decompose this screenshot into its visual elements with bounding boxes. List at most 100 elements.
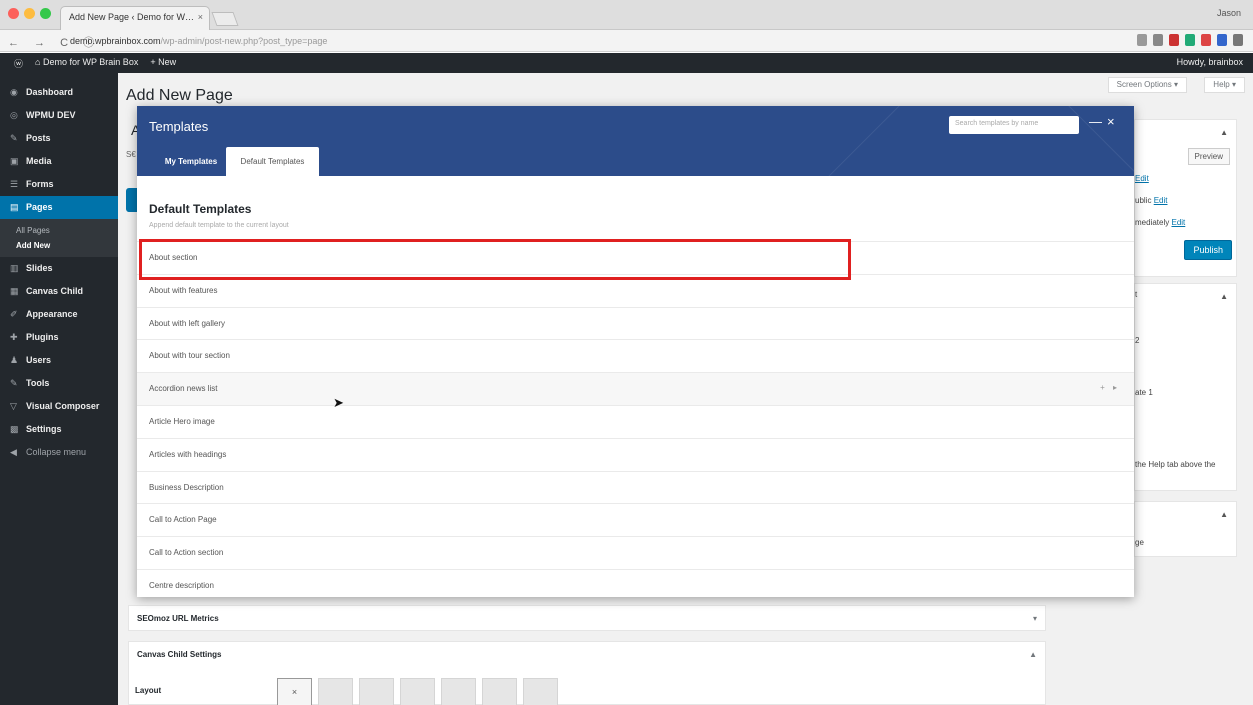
menu-canvas-child[interactable]: ▦ Canvas Child <box>0 280 118 303</box>
edge-text: S€ <box>126 150 136 159</box>
submenu-all-pages[interactable]: All Pages <box>0 223 118 238</box>
menu-wpmudev[interactable]: ◎ WPMU DEV <box>0 104 118 127</box>
extension-icon[interactable] <box>1217 34 1227 46</box>
appearance-icon: ✐ <box>10 309 18 319</box>
browser-user[interactable]: Jason <box>1217 8 1241 18</box>
collapse-caret-icon[interactable]: ▲ <box>1220 292 1228 301</box>
extension-icon[interactable] <box>1185 34 1195 46</box>
preview-button[interactable]: Preview <box>1187 148 1230 165</box>
media-icon: ▣ <box>10 156 19 166</box>
url-host: demo.wpbrainbox.com <box>70 36 161 46</box>
menu-tools[interactable]: ✎ Tools <box>0 372 118 395</box>
screen-options-button[interactable]: Screen Options ▾ <box>1107 77 1187 93</box>
minimize-icon[interactable]: — <box>1089 114 1102 129</box>
publish-box: ▲ Preview Edit ublic Edit mediately Edit… <box>1134 119 1237 277</box>
schedule-edit-link[interactable]: Edit <box>1171 218 1185 227</box>
url-path: /wp-admin/post-new.php?post_type=page <box>160 36 328 46</box>
layout-option[interactable]: × <box>277 678 312 705</box>
template-row[interactable]: Business Description <box>137 470 1134 504</box>
wpmudev-icon: ◎ <box>10 110 18 120</box>
menu-plugins[interactable]: ✚ Plugins <box>0 326 118 349</box>
layout-option[interactable] <box>318 678 353 705</box>
howdy-user[interactable]: Howdy, brainbox <box>1177 57 1243 67</box>
collapse-caret-icon[interactable]: ▲ <box>1029 650 1037 659</box>
submenu-add-new[interactable]: Add New <box>0 238 118 253</box>
help-button[interactable]: Help ▾ <box>1204 77 1245 93</box>
new-content-link[interactable]: + New <box>150 57 176 70</box>
template-row[interactable]: Articles with headings <box>137 437 1134 471</box>
browser-tab-strip: Add New Page ‹ Demo for W… × Jason <box>0 0 1253 30</box>
layout-options: × <box>277 678 558 705</box>
menu-slides[interactable]: ▥ Slides <box>0 257 118 280</box>
image-text: ge <box>1135 538 1144 547</box>
box-title: SEOmoz URL Metrics <box>137 614 219 623</box>
address-bar[interactable]: demo.wpbrainbox.com/wp-admin/post-new.ph… <box>70 33 970 49</box>
maximize-window-icon[interactable] <box>40 8 51 19</box>
menu-icon[interactable] <box>1233 34 1243 46</box>
visibility-line: ublic Edit <box>1135 196 1167 205</box>
template-row[interactable]: About with left gallery <box>137 306 1134 340</box>
template-row[interactable]: Centre description <box>137 568 1134 602</box>
search-icon[interactable] <box>1153 34 1163 46</box>
layout-label: Layout <box>135 686 162 695</box>
menu-appearance[interactable]: ✐ Appearance <box>0 303 118 326</box>
layout-option[interactable] <box>482 678 517 705</box>
extension-icons <box>1137 34 1243 46</box>
visual-composer-icon: ▽ <box>10 401 17 411</box>
status-line: Edit <box>1135 174 1149 183</box>
menu-visual-composer[interactable]: ▽ Visual Composer <box>0 395 118 418</box>
menu-dashboard[interactable]: ◉ Dashboard <box>0 81 118 104</box>
canvas-icon: ▦ <box>10 286 19 296</box>
menu-label: Tools <box>26 378 50 388</box>
menu-users[interactable]: ♟ Users <box>0 349 118 372</box>
menu-pages[interactable]: ▤ Pages <box>0 196 118 219</box>
template-search-input[interactable]: Search templates by name <box>949 116 1079 134</box>
wordpress-logo-icon[interactable]: ⓦ <box>14 57 23 70</box>
publish-button[interactable]: Publish <box>1184 240 1232 260</box>
mouse-cursor-icon: ➤ <box>333 395 344 410</box>
tab-close-icon[interactable]: × <box>198 12 203 22</box>
tab-my-templates[interactable]: My Templates <box>155 147 227 176</box>
layout-option[interactable] <box>441 678 476 705</box>
layout-option[interactable] <box>400 678 435 705</box>
layout-option[interactable] <box>359 678 394 705</box>
menu-settings[interactable]: ▩ Settings <box>0 418 118 441</box>
collapse-menu[interactable]: ◀ Collapse menu <box>0 441 118 464</box>
template-row[interactable]: Call to Action Page <box>137 503 1134 536</box>
close-window-icon[interactable] <box>8 8 19 19</box>
minimize-window-icon[interactable] <box>24 8 35 19</box>
visibility-edit-link[interactable]: Edit <box>1154 196 1168 205</box>
extension-icon[interactable] <box>1169 34 1179 46</box>
menu-label: WPMU DEV <box>26 110 76 120</box>
menu-label: Pages <box>26 202 53 212</box>
menu-posts[interactable]: ✎ Posts <box>0 127 118 150</box>
collapse-caret-icon[interactable]: ▾ <box>1033 614 1037 623</box>
tab-default-templates[interactable]: Default Templates <box>226 147 319 176</box>
page-title: Add New Page <box>126 87 233 104</box>
new-tab-button[interactable] <box>211 12 239 26</box>
menu-forms[interactable]: ☰ Forms <box>0 173 118 196</box>
menu-label: Plugins <box>26 332 59 342</box>
site-name-link[interactable]: ⌂ Demo for WP Brain Box <box>35 57 138 70</box>
attr-text: 2 <box>1135 336 1140 345</box>
attr-text: ate 1 <box>1135 388 1153 397</box>
browser-tab[interactable]: Add New Page ‹ Demo for W… × <box>60 6 210 30</box>
template-row[interactable]: Call to Action section <box>137 536 1134 569</box>
template-row[interactable]: Article Hero image <box>137 404 1134 438</box>
layout-option[interactable] <box>523 678 558 705</box>
menu-label: Appearance <box>26 309 78 319</box>
template-row[interactable]: Accordion news list + ▸ <box>137 372 1134 405</box>
pages-submenu: All Pages Add New <box>0 219 118 257</box>
row-actions-icon[interactable]: + ▸ <box>1100 383 1120 392</box>
users-icon: ♟ <box>10 355 19 365</box>
extension-icon[interactable] <box>1201 34 1211 46</box>
status-edit-link[interactable]: Edit <box>1135 174 1149 183</box>
collapse-caret-icon[interactable]: ▲ <box>1220 128 1228 137</box>
collapse-caret-icon[interactable]: ▲ <box>1220 510 1228 519</box>
menu-media[interactable]: ▣ Media <box>0 150 118 173</box>
star-icon[interactable] <box>1137 34 1147 46</box>
close-icon[interactable]: × <box>1107 114 1115 129</box>
edge-button[interactable] <box>126 188 137 212</box>
wp-admin-bar: ⓦ ⌂ Demo for WP Brain Box + New Howdy, b… <box>0 53 1253 73</box>
template-row[interactable]: About with tour section <box>137 339 1134 372</box>
